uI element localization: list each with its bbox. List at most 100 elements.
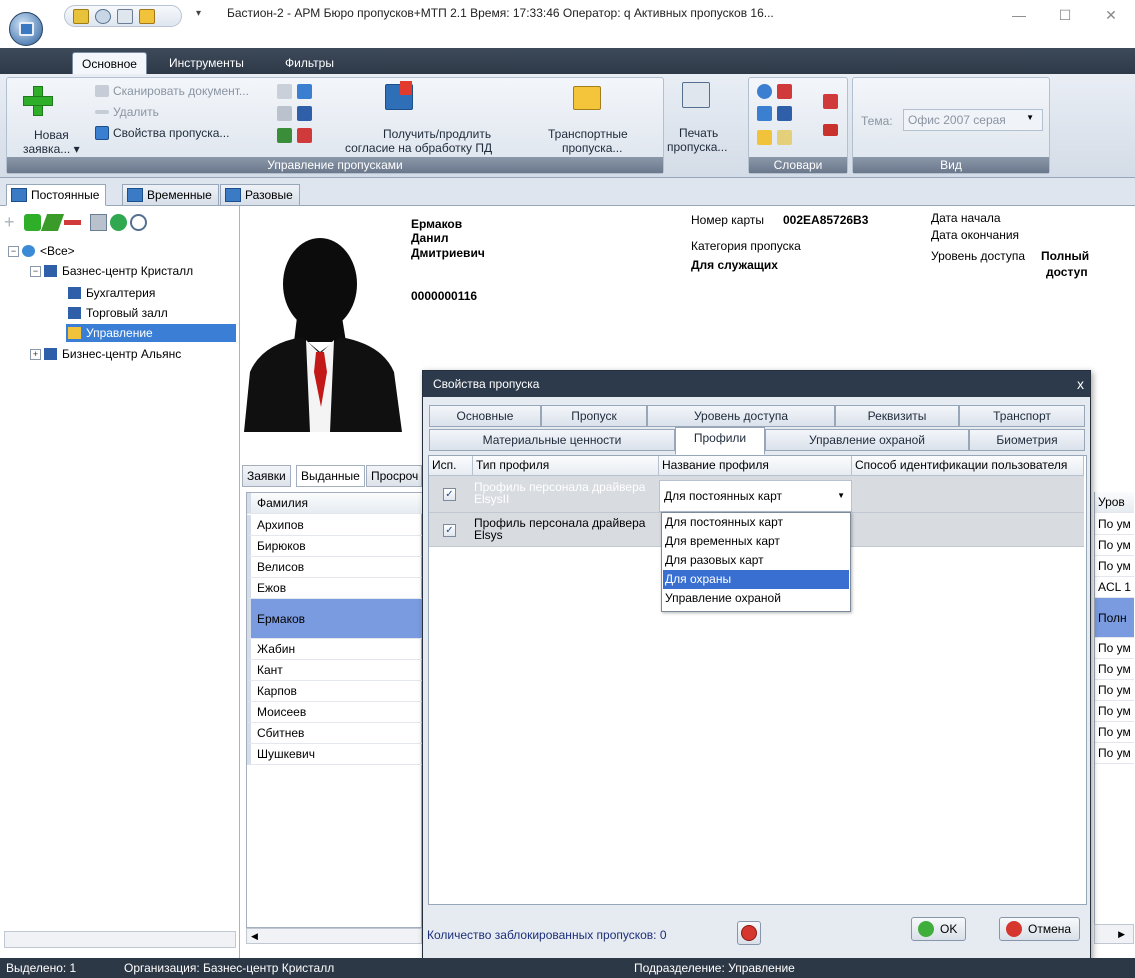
book-icon[interactable]	[277, 128, 292, 143]
grid-icon[interactable]	[823, 94, 838, 109]
dropdown-option[interactable]: Для разовых карт	[663, 551, 849, 570]
dialog-close-icon[interactable]: x	[1077, 371, 1084, 397]
dropdown-option[interactable]: Для постоянных карт	[663, 513, 849, 532]
column-header-level[interactable]: Уров	[1095, 492, 1134, 513]
table-cell[interactable]: По ум	[1095, 701, 1134, 722]
table-cell[interactable]: По ум	[1095, 535, 1134, 556]
tab-main[interactable]: Основное	[72, 52, 147, 74]
scroll-left-icon[interactable]: ◀	[246, 928, 422, 944]
table-row[interactable]: Моисеев	[247, 702, 423, 723]
table-row[interactable]: Шушкевич	[247, 744, 423, 765]
tab-transport[interactable]: Транспорт	[959, 405, 1085, 427]
print-button[interactable]: Печать	[679, 126, 718, 140]
dropdown-option[interactable]: Управление охраной	[663, 589, 849, 608]
remove-icon[interactable]	[64, 220, 81, 225]
table-cell[interactable]: По ум	[1095, 743, 1134, 764]
car-icon[interactable]	[823, 124, 838, 136]
folder-icon[interactable]	[757, 130, 772, 145]
use-checkbox[interactable]: ✓	[443, 524, 456, 537]
card-copy-icon[interactable]	[277, 106, 292, 121]
column-header-last-name[interactable]: Фамилия	[247, 493, 423, 514]
table-cell[interactable]: ACL 1	[1095, 577, 1134, 598]
printer-icon[interactable]	[117, 9, 133, 24]
minimize-button[interactable]: —	[996, 0, 1042, 30]
tab-profiles[interactable]: Профили	[675, 427, 765, 455]
column-header-identification[interactable]: Способ идентификации пользователя	[852, 456, 1084, 476]
card-block-icon[interactable]	[297, 128, 312, 143]
consent-button[interactable]: Получить/продлить	[383, 127, 491, 141]
tab-filters[interactable]: Фильтры	[276, 52, 343, 74]
add-icon[interactable]: +	[4, 213, 21, 231]
horizontal-scrollbar[interactable]	[4, 931, 236, 948]
expand-icon[interactable]: +	[30, 349, 41, 360]
theme-select[interactable]: Офис 2007 серая ▼	[903, 109, 1043, 131]
tree-item-org-crystal[interactable]: Базнес-центр Кристалл	[42, 262, 193, 280]
pass-properties-button[interactable]: Свойства пропуска...	[113, 126, 229, 140]
lock-icon[interactable]	[73, 9, 89, 24]
tree-item-trading-hall[interactable]: Торговый залл	[66, 304, 168, 322]
tag-icon[interactable]	[777, 130, 792, 145]
tab-issued[interactable]: Выданные	[296, 465, 365, 487]
table-cell[interactable]: По ум	[1095, 638, 1134, 659]
tab-pass[interactable]: Пропуск	[541, 405, 647, 427]
column-header-use[interactable]: Исп.	[429, 456, 473, 476]
new-request-button[interactable]: Новая	[34, 128, 69, 142]
table-row[interactable]: Карпов	[247, 681, 423, 702]
table-row[interactable]: Архипов	[247, 515, 423, 536]
table-row[interactable]: Ежов	[247, 578, 423, 599]
add-child-icon[interactable]	[24, 214, 41, 231]
table-row[interactable]: Кант	[247, 660, 423, 681]
calendar-icon[interactable]	[757, 106, 772, 121]
scroll-right-icon[interactable]: ▶	[1094, 924, 1134, 944]
refresh-icon[interactable]	[110, 214, 127, 231]
table-row[interactable]: Сбитнев	[247, 723, 423, 744]
use-checkbox[interactable]: ✓	[443, 488, 456, 501]
edit-icon[interactable]	[40, 214, 65, 231]
tree-item-org-alliance[interactable]: Бизнес-центр Альянс	[42, 345, 181, 363]
tab-valuables[interactable]: Материальные ценности	[429, 429, 675, 451]
tab-tools[interactable]: Инструменты	[160, 52, 253, 74]
search-icon[interactable]	[95, 9, 111, 24]
tab-requisites[interactable]: Реквизиты	[835, 405, 959, 427]
tab-expired[interactable]: Просроч	[366, 465, 422, 487]
tree-item-accounting[interactable]: Бухгалтерия	[66, 284, 155, 302]
chevron-down-icon[interactable]: ▼	[837, 481, 845, 511]
new-request-dropdown[interactable]: заявка... ▾	[23, 142, 80, 156]
tree-item-all[interactable]: <Все>	[20, 242, 75, 260]
table-row-selected[interactable]: Ермаков	[247, 599, 423, 639]
maximize-button[interactable]: ☐	[1042, 0, 1088, 30]
building-icon[interactable]	[777, 106, 792, 121]
collapse-icon[interactable]: −	[30, 266, 41, 277]
card-person-icon[interactable]	[297, 106, 312, 121]
customize-qat-icon[interactable]: ▾	[196, 8, 201, 19]
table-cell[interactable]: По ум	[1095, 556, 1134, 577]
dropdown-option[interactable]: Для временных карт	[663, 532, 849, 551]
schedule-icon[interactable]	[777, 84, 792, 99]
table-row[interactable]: Жабин	[247, 639, 423, 660]
close-button[interactable]: ✕	[1088, 0, 1134, 30]
tab-requests[interactable]: Заявки	[242, 465, 291, 487]
search-icon[interactable]	[130, 214, 147, 231]
tab-biometrics[interactable]: Биометрия	[969, 429, 1085, 451]
properties-icon[interactable]	[90, 214, 107, 231]
profile-name-select[interactable]: Для постоянных карт ▼	[659, 480, 852, 512]
card-scan-icon[interactable]	[277, 84, 292, 99]
clock-icon[interactable]	[757, 84, 772, 99]
ok-button[interactable]: OK	[911, 917, 967, 941]
table-cell[interactable]: По ум	[1095, 514, 1134, 535]
unblock-button[interactable]	[737, 921, 761, 945]
table-cell[interactable]: По ум	[1095, 722, 1134, 743]
column-header-profile-type[interactable]: Тип профиля	[473, 456, 659, 476]
column-header-profile-name[interactable]: Название профиля	[659, 456, 852, 476]
tab-access-level[interactable]: Уровень доступа	[647, 405, 835, 427]
export-icon[interactable]	[139, 9, 155, 24]
tab-security-control[interactable]: Управление охраной	[765, 429, 969, 451]
card-edit-icon[interactable]	[297, 84, 312, 99]
table-row[interactable]: Бирюков	[247, 536, 423, 557]
app-menu-button[interactable]	[9, 12, 43, 46]
table-row[interactable]: Велисов	[247, 557, 423, 578]
tab-one-time[interactable]: Разовые	[220, 184, 300, 206]
transport-button[interactable]: Транспортные	[548, 127, 628, 141]
tree-item-management[interactable]: Управление	[66, 324, 236, 342]
cancel-button[interactable]: Отмена	[999, 917, 1081, 941]
